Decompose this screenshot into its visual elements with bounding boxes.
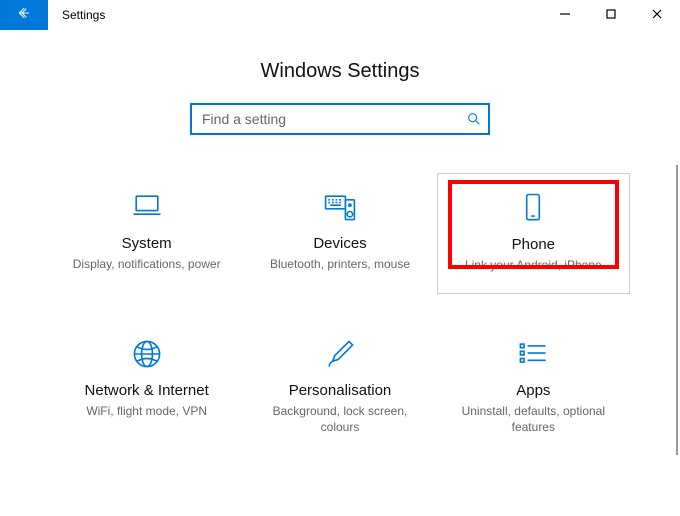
titlebar: Settings	[0, 0, 680, 30]
window-title: Settings	[48, 0, 119, 30]
tile-desc: WiFi, flight mode, VPN	[86, 403, 207, 419]
tile-desc: Bluetooth, printers, mouse	[270, 256, 410, 272]
search-input[interactable]	[190, 103, 490, 135]
settings-grid: System Display, notifications, power Dev…	[30, 173, 650, 456]
tile-desc: Uninstall, defaults, optional features	[453, 403, 613, 435]
tile-title: Network & Internet	[85, 382, 209, 399]
tile-desc: Link your Android, iPhone	[465, 257, 602, 273]
apps-list-icon	[515, 336, 551, 372]
page-title: Windows Settings	[30, 60, 650, 83]
content-area: Windows Settings System Display, notific…	[0, 30, 680, 456]
tile-phone[interactable]: Phone Link your Android, iPhone	[437, 173, 630, 294]
minimize-icon	[560, 6, 570, 24]
phone-icon	[515, 190, 551, 226]
laptop-icon	[129, 189, 165, 225]
tile-title: System	[122, 235, 172, 252]
back-button[interactable]	[0, 0, 48, 30]
paintbrush-icon	[322, 336, 358, 372]
keyboard-speaker-icon	[322, 189, 358, 225]
arrow-left-icon	[16, 5, 32, 26]
close-icon	[652, 6, 662, 24]
tile-devices[interactable]: Devices Bluetooth, printers, mouse	[243, 173, 436, 294]
tile-personalisation[interactable]: Personalisation Background, lock screen,…	[243, 320, 436, 455]
maximize-button[interactable]	[588, 0, 634, 30]
tile-title: Phone	[512, 236, 555, 253]
search-container	[190, 103, 490, 135]
tile-apps[interactable]: Apps Uninstall, defaults, optional featu…	[437, 320, 630, 455]
tile-title: Devices	[313, 235, 366, 252]
tile-title: Apps	[516, 382, 550, 399]
maximize-icon	[606, 6, 616, 24]
minimize-button[interactable]	[542, 0, 588, 30]
tile-network[interactable]: Network & Internet WiFi, flight mode, VP…	[50, 320, 243, 455]
globe-icon	[129, 336, 165, 372]
close-button[interactable]	[634, 0, 680, 30]
scrollbar[interactable]	[676, 165, 678, 455]
tile-desc: Display, notifications, power	[73, 256, 221, 272]
tile-title: Personalisation	[289, 382, 392, 399]
tile-system[interactable]: System Display, notifications, power	[50, 173, 243, 294]
tile-desc: Background, lock screen, colours	[260, 403, 420, 435]
